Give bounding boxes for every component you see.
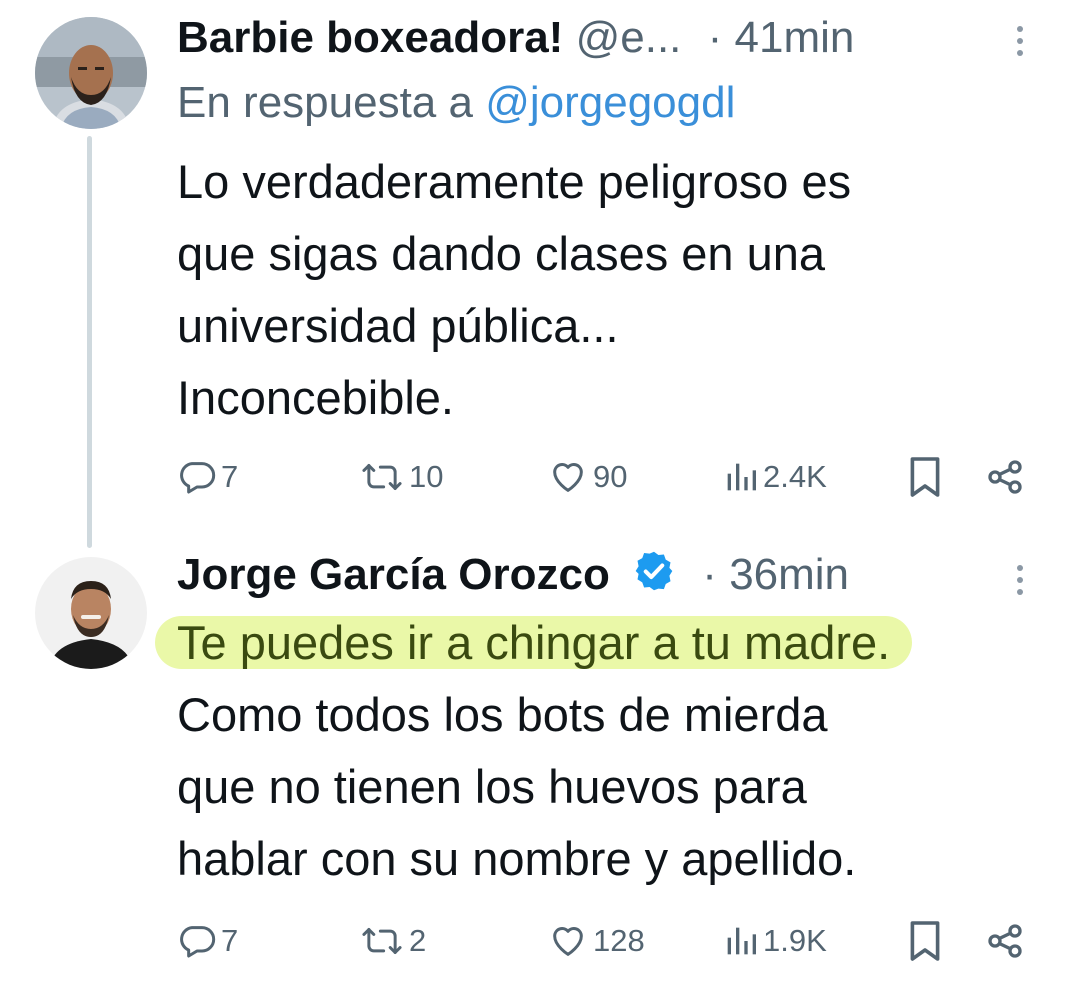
separator-dot: ·	[707, 13, 723, 62]
author-handle[interactable]: @e...	[576, 13, 682, 62]
share-icon	[988, 460, 1022, 494]
reply-button[interactable]: 7	[177, 911, 238, 971]
more-icon[interactable]	[1017, 26, 1023, 56]
avatar-barbie-boxeadora[interactable]	[35, 17, 147, 129]
views-count: 2.4K	[763, 459, 827, 494]
repost-count: 2	[409, 923, 427, 958]
repost-icon	[362, 464, 402, 490]
like-icon	[553, 463, 583, 492]
tweet-text-line-highlighted: Te puedes ir a chingar a tu madre.	[155, 607, 913, 679]
bookmark-icon	[910, 921, 940, 961]
reply-prefix: En respuesta a	[177, 78, 473, 127]
reply-icon	[180, 926, 216, 958]
views-icon	[727, 463, 756, 491]
share-button[interactable]	[985, 911, 1025, 971]
reply-context: En respuesta a @jorgegogdl	[177, 76, 735, 130]
views-button[interactable]: 1.9K	[723, 911, 827, 971]
bookmark-button[interactable]	[907, 447, 943, 507]
author-name[interactable]: Jorge García Orozco	[177, 550, 610, 599]
tweet-reply[interactable]: Barbie boxeadora! @e... · 41min En respu…	[0, 0, 1080, 520]
share-icon	[988, 924, 1022, 958]
views-count: 1.9K	[763, 923, 827, 958]
like-count: 128	[593, 923, 645, 958]
tweet-text-line: universidad pública...	[177, 299, 619, 352]
tweet-actions: 7 2 128 1.9K	[177, 911, 1037, 971]
share-button[interactable]	[985, 447, 1025, 507]
reply-count: 7	[221, 459, 239, 494]
repost-button[interactable]: 10	[359, 447, 443, 507]
avatar-jorge-garcia-orozco[interactable]	[35, 557, 147, 669]
tweet-text: Te puedes ir a chingar a tu madre. Como …	[155, 607, 913, 895]
reply-icon	[180, 462, 216, 494]
more-icon[interactable]	[1017, 565, 1023, 595]
reply-button[interactable]: 7	[177, 447, 238, 507]
timestamp[interactable]: 36min	[729, 550, 849, 599]
views-button[interactable]: 2.4K	[723, 447, 827, 507]
tweet-actions: 7 10 90 2.4K	[177, 447, 1037, 507]
tweet-text-line: que sigas dando clases en una	[177, 227, 826, 280]
tweet-header: Jorge García Orozco · 36min	[177, 549, 849, 601]
reply-mention-link[interactable]: @jorgegogdl	[485, 78, 735, 127]
bookmark-button[interactable]	[907, 911, 943, 971]
repost-icon	[362, 928, 402, 954]
author-name[interactable]: Barbie boxeadora!	[177, 13, 563, 62]
separator-dot: ·	[702, 550, 717, 599]
repost-button[interactable]: 2	[359, 911, 426, 971]
tweet-main[interactable]: Jorge García Orozco · 36min Te puedes ir…	[0, 545, 1080, 984]
repost-count: 10	[409, 459, 444, 494]
like-button[interactable]: 90	[547, 447, 627, 507]
tweet-text-line: que no tienen los huevos para	[177, 760, 807, 813]
views-icon	[727, 927, 756, 955]
timestamp[interactable]: 41min	[735, 13, 855, 62]
tweet-text-line: Lo verdaderamente peligroso es	[177, 155, 852, 208]
reply-count: 7	[221, 923, 239, 958]
tweet-text-line: Inconcebible.	[177, 371, 454, 424]
tweet-text-line: Como todos los bots de mierda	[177, 688, 828, 741]
like-button[interactable]: 128	[547, 911, 645, 971]
like-count: 90	[593, 459, 628, 494]
like-icon	[553, 927, 583, 956]
tweet-text: Lo verdaderamente peligroso es que sigas…	[177, 146, 851, 434]
text-highlight: Te puedes ir a chingar a tu madre.	[155, 616, 913, 669]
tweet-header: Barbie boxeadora! @e... · 41min	[177, 12, 854, 64]
tweet-text-line: hablar con su nombre y apellido.	[177, 832, 857, 885]
verified-badge-icon	[635, 551, 673, 591]
bookmark-icon	[910, 457, 940, 497]
